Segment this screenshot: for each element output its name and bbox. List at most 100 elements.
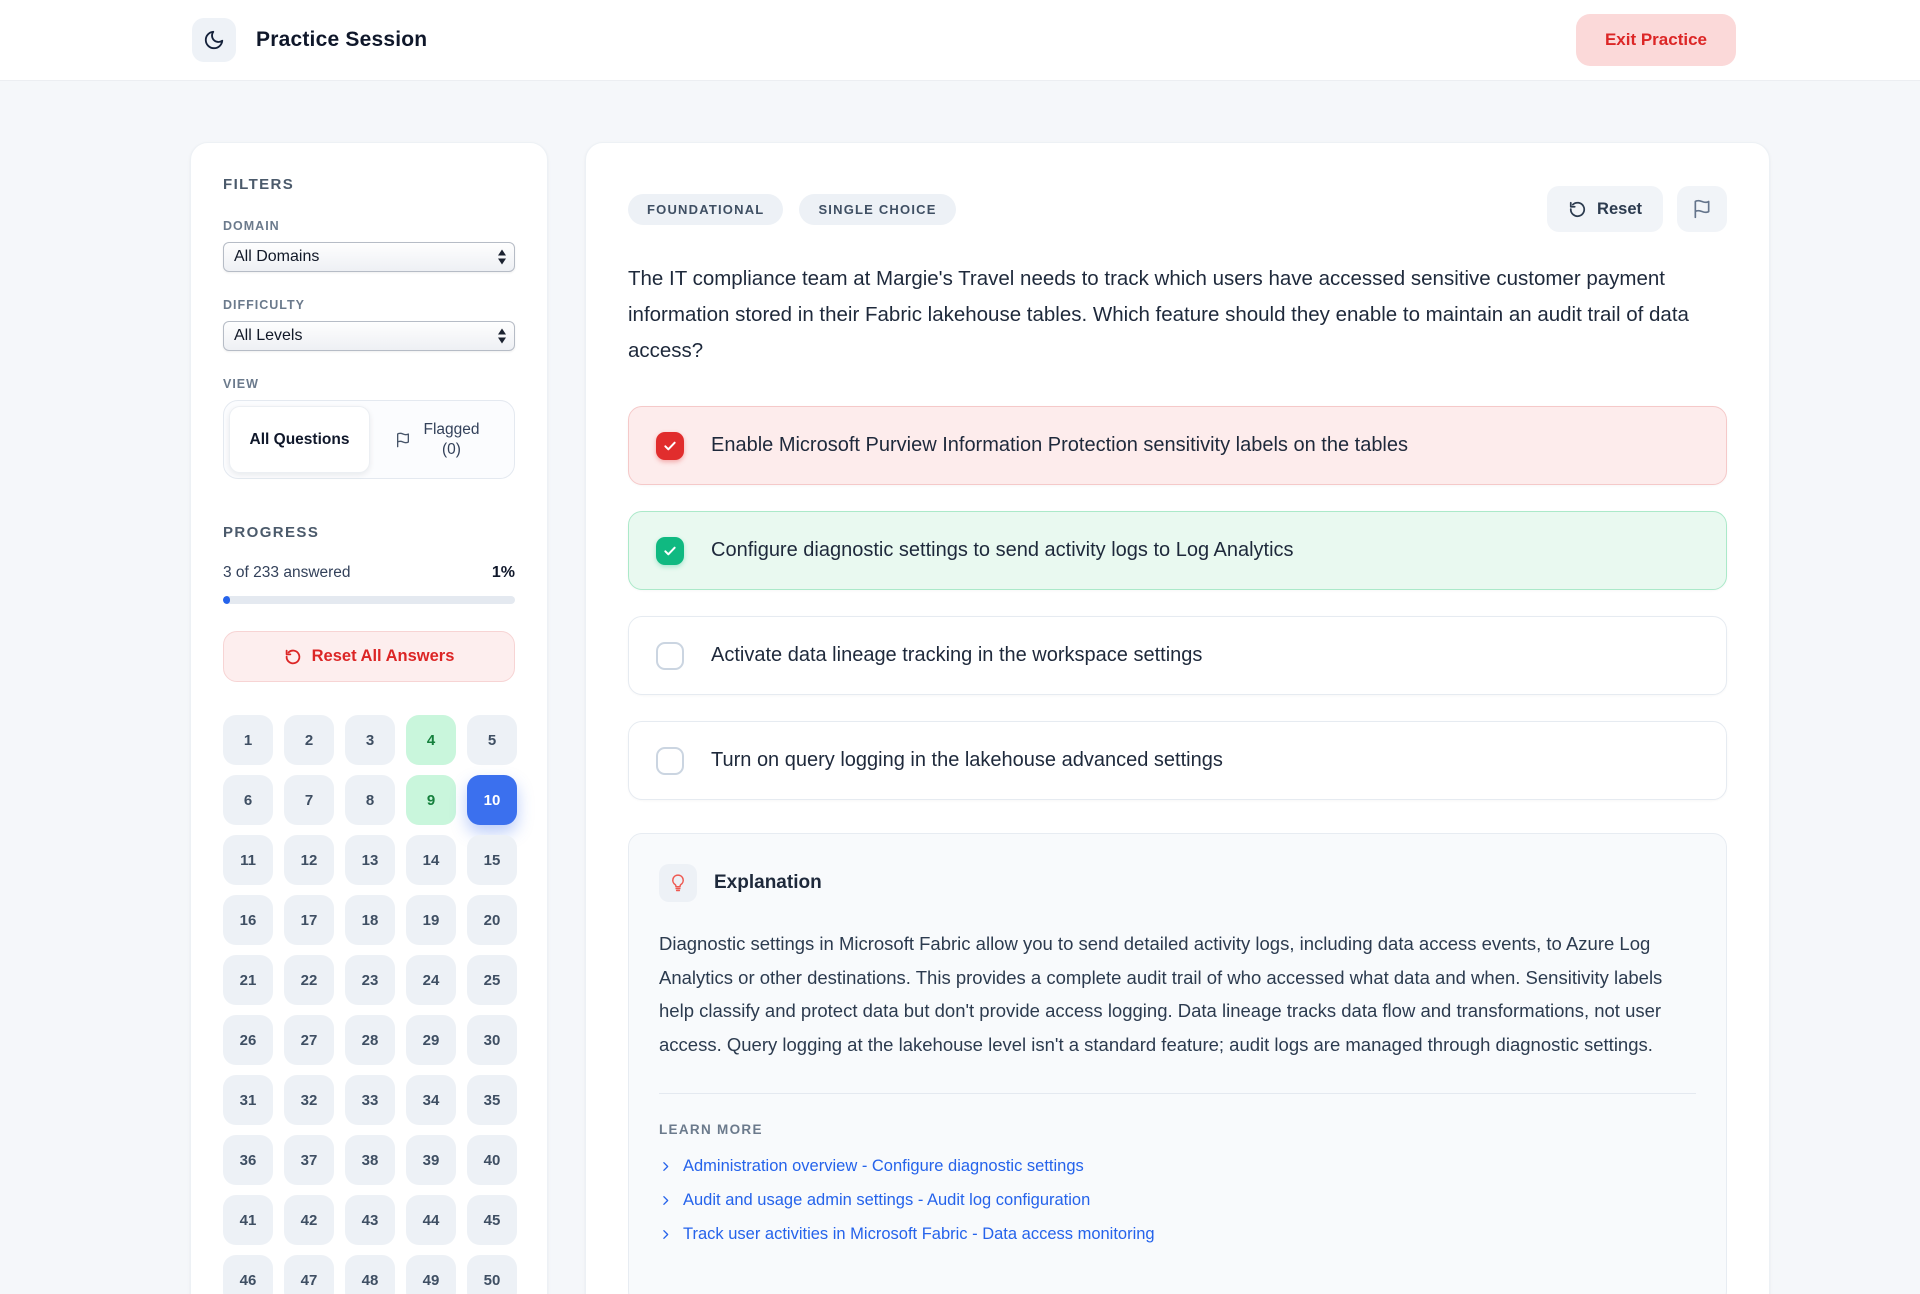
- question-number-35[interactable]: 35: [467, 1075, 517, 1125]
- option-checkbox-icon: [656, 537, 684, 565]
- difficulty-label: DIFFICULTY: [223, 298, 515, 312]
- learn-more-link[interactable]: Track user activities in Microsoft Fabri…: [659, 1225, 1696, 1244]
- question-number-37[interactable]: 37: [284, 1135, 334, 1185]
- question-number-13[interactable]: 13: [345, 835, 395, 885]
- question-number-39[interactable]: 39: [406, 1135, 456, 1185]
- option-checkbox-icon: [656, 642, 684, 670]
- question-number-11[interactable]: 11: [223, 835, 273, 885]
- question-number-47[interactable]: 47: [284, 1255, 334, 1294]
- learn-more-heading: LEARN MORE: [659, 1122, 1696, 1137]
- question-number-26[interactable]: 26: [223, 1015, 273, 1065]
- question-number-4[interactable]: 4: [406, 715, 456, 765]
- question-number-48[interactable]: 48: [345, 1255, 395, 1294]
- chevron-right-icon: [659, 1160, 672, 1173]
- answer-option[interactable]: Configure diagnostic settings to send ac…: [628, 511, 1727, 590]
- question-number-22[interactable]: 22: [284, 955, 334, 1005]
- question-number-8[interactable]: 8: [345, 775, 395, 825]
- question-number-16[interactable]: 16: [223, 895, 273, 945]
- check-icon: [662, 543, 678, 559]
- question-number-17[interactable]: 17: [284, 895, 334, 945]
- theme-toggle-button[interactable]: [192, 18, 236, 62]
- answer-option[interactable]: Activate data lineage tracking in the wo…: [628, 616, 1727, 695]
- question-number-46[interactable]: 46: [223, 1255, 273, 1294]
- learn-more-link-label: Track user activities in Microsoft Fabri…: [683, 1225, 1155, 1244]
- tab-flagged[interactable]: Flagged (0): [370, 406, 509, 473]
- question-number-18[interactable]: 18: [345, 895, 395, 945]
- progress-bar-fill: [223, 596, 230, 604]
- domain-label: DOMAIN: [223, 219, 515, 233]
- domain-select[interactable]: All Domains: [223, 242, 515, 272]
- option-checkbox-icon: [656, 747, 684, 775]
- question-number-33[interactable]: 33: [345, 1075, 395, 1125]
- question-number-50[interactable]: 50: [467, 1255, 517, 1294]
- question-number-5[interactable]: 5: [467, 715, 517, 765]
- question-number-49[interactable]: 49: [406, 1255, 456, 1294]
- question-number-9[interactable]: 9: [406, 775, 456, 825]
- progress-heading: PROGRESS: [223, 524, 515, 541]
- reset-question-button[interactable]: Reset: [1547, 186, 1663, 232]
- question-number-41[interactable]: 41: [223, 1195, 273, 1245]
- view-toggle: All Questions Flagged (0): [223, 400, 515, 479]
- question-number-15[interactable]: 15: [467, 835, 517, 885]
- difficulty-select[interactable]: All Levels: [223, 321, 515, 351]
- question-number-10[interactable]: 10: [467, 775, 517, 825]
- question-number-36[interactable]: 36: [223, 1135, 273, 1185]
- question-number-27[interactable]: 27: [284, 1015, 334, 1065]
- answer-option[interactable]: Turn on query logging in the lakehouse a…: [628, 721, 1727, 800]
- badge-question-type: SINGLE CHOICE: [799, 194, 955, 225]
- question-number-25[interactable]: 25: [467, 955, 517, 1005]
- flag-question-button[interactable]: [1677, 186, 1727, 232]
- question-number-34[interactable]: 34: [406, 1075, 456, 1125]
- option-label: Activate data lineage tracking in the wo…: [711, 644, 1202, 667]
- question-number-6[interactable]: 6: [223, 775, 273, 825]
- option-label: Enable Microsoft Purview Information Pro…: [711, 434, 1408, 457]
- divider: [659, 1093, 1696, 1094]
- question-number-3[interactable]: 3: [345, 715, 395, 765]
- question-text: The IT compliance team at Margie's Trave…: [628, 261, 1703, 369]
- answer-option[interactable]: Enable Microsoft Purview Information Pro…: [628, 406, 1727, 485]
- chevron-right-icon: [659, 1228, 672, 1241]
- question-number-30[interactable]: 30: [467, 1015, 517, 1065]
- reset-all-answers-button[interactable]: Reset All Answers: [223, 631, 515, 682]
- question-number-38[interactable]: 38: [345, 1135, 395, 1185]
- question-number-12[interactable]: 12: [284, 835, 334, 885]
- question-number-2[interactable]: 2: [284, 715, 334, 765]
- question-number-45[interactable]: 45: [467, 1195, 517, 1245]
- flag-icon: [1692, 199, 1712, 219]
- check-icon: [662, 438, 678, 454]
- option-label: Configure diagnostic settings to send ac…: [711, 539, 1294, 562]
- question-number-19[interactable]: 19: [406, 895, 456, 945]
- question-number-31[interactable]: 31: [223, 1075, 273, 1125]
- reset-icon: [1568, 200, 1587, 219]
- filters-sidebar: FILTERS DOMAIN All Domains DIFFICULTY Al…: [190, 142, 548, 1294]
- filters-heading: FILTERS: [223, 176, 515, 193]
- reset-question-label: Reset: [1597, 200, 1642, 219]
- question-number-1[interactable]: 1: [223, 715, 273, 765]
- question-number-23[interactable]: 23: [345, 955, 395, 1005]
- question-number-28[interactable]: 28: [345, 1015, 395, 1065]
- select-arrows-icon: [498, 250, 506, 265]
- question-number-21[interactable]: 21: [223, 955, 273, 1005]
- flag-icon: [395, 432, 411, 448]
- option-label: Turn on query logging in the lakehouse a…: [711, 749, 1223, 772]
- question-number-44[interactable]: 44: [406, 1195, 456, 1245]
- question-number-29[interactable]: 29: [406, 1015, 456, 1065]
- domain-select-value: All Domains: [234, 248, 319, 266]
- question-number-14[interactable]: 14: [406, 835, 456, 885]
- question-number-43[interactable]: 43: [345, 1195, 395, 1245]
- question-number-20[interactable]: 20: [467, 895, 517, 945]
- question-number-40[interactable]: 40: [467, 1135, 517, 1185]
- moon-icon: [203, 29, 225, 51]
- question-number-32[interactable]: 32: [284, 1075, 334, 1125]
- tab-all-questions[interactable]: All Questions: [229, 406, 370, 473]
- view-label: VIEW: [223, 377, 515, 391]
- question-number-24[interactable]: 24: [406, 955, 456, 1005]
- learn-more-link[interactable]: Administration overview - Configure diag…: [659, 1157, 1696, 1176]
- answer-options: Enable Microsoft Purview Information Pro…: [628, 406, 1727, 800]
- question-number-7[interactable]: 7: [284, 775, 334, 825]
- learn-more-link[interactable]: Audit and usage admin settings - Audit l…: [659, 1191, 1696, 1210]
- page-title: Practice Session: [256, 28, 427, 52]
- progress-percent: 1%: [492, 564, 515, 582]
- question-number-42[interactable]: 42: [284, 1195, 334, 1245]
- exit-practice-button[interactable]: Exit Practice: [1576, 14, 1736, 66]
